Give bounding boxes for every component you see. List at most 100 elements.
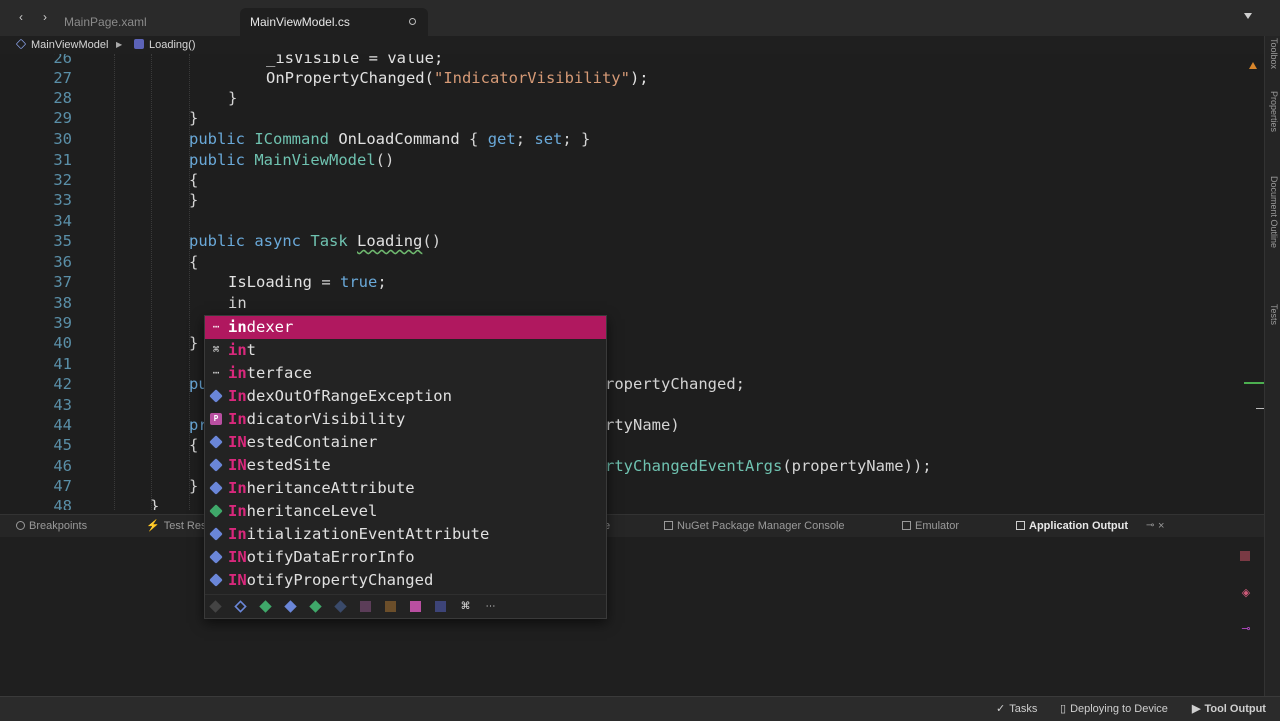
output-icon	[1016, 521, 1025, 530]
tab-breakpoints[interactable]: Breakpoints	[16, 515, 87, 537]
code-line: 34	[53, 212, 72, 230]
completion-item[interactable]: IndexOutOfRangeException	[205, 385, 606, 408]
tests-pad-tab[interactable]: Tests	[1267, 304, 1279, 344]
class-icon	[209, 481, 223, 495]
completion-item[interactable]: InitializationEventAttribute	[205, 523, 606, 546]
tab-mainpage-xaml[interactable]: MainPage.xaml	[54, 8, 238, 36]
interface-icon	[209, 550, 223, 564]
back-arrow-icon[interactable]: ‹	[14, 10, 28, 24]
code-line: 47}	[53, 477, 199, 495]
snippet-icon: ⋯	[212, 366, 220, 379]
completion-item[interactable]: INestedSite	[205, 454, 606, 477]
breakpoint-icon	[16, 521, 25, 530]
code-line: 42 pu ropertyChanged;	[53, 375, 745, 393]
completion-item[interactable]: INotifyDataErrorInfo	[205, 546, 606, 569]
breadcrumb-class[interactable]: MainViewModel	[15, 36, 108, 54]
code-line: 38 in	[53, 294, 247, 312]
completion-item[interactable]: INotifyPropertyChanged	[205, 569, 606, 592]
code-line: 44 pr rtyName)	[53, 416, 680, 434]
interface-icon	[209, 573, 223, 587]
interface-filter-icon[interactable]	[284, 600, 297, 613]
scroll-marker	[1256, 408, 1264, 409]
property-icon: P	[210, 413, 222, 425]
interface-icon	[209, 435, 223, 449]
tab-emulator[interactable]: Emulator	[902, 515, 959, 537]
tabs-dropdown-icon[interactable]	[1244, 13, 1252, 19]
breadcrumb-separator-icon: ▶	[116, 40, 123, 49]
device-icon: ▯	[1060, 703, 1067, 715]
completion-filter-bar: ⌘ ⋯	[205, 594, 606, 618]
struct-filter-icon[interactable]	[259, 600, 272, 613]
code-line: 48}	[53, 497, 160, 510]
tab-application-output[interactable]: Application Output	[1016, 515, 1128, 537]
completion-item[interactable]: ⋯ interface	[205, 362, 606, 385]
class-filter-icon[interactable]	[234, 600, 247, 613]
code-line: 29}	[53, 109, 199, 127]
properties-pad-tab[interactable]: Properties	[1267, 91, 1279, 161]
code-line: 41	[53, 355, 72, 373]
code-line: 31 public MainViewModel()	[53, 151, 395, 169]
pin-output-icon[interactable]: ⊸	[1240, 623, 1252, 635]
code-line: 33}	[53, 191, 199, 209]
completion-item[interactable]: ⋯ indexer	[205, 316, 606, 339]
completion-item[interactable]: INestedContainer	[205, 431, 606, 454]
tab-label: MainPage.xaml	[64, 15, 147, 29]
bottom-panel-tabs: Breakpoints ⚡ Test Res e NuGet Package Ma…	[0, 514, 1264, 538]
event-filter-icon[interactable]	[385, 601, 396, 612]
property-filter-icon[interactable]	[410, 601, 421, 612]
code-line: 43	[53, 396, 72, 414]
code-line: 32{	[53, 171, 199, 189]
enum-icon	[209, 504, 223, 518]
keyword-icon: ⌘	[212, 343, 220, 356]
tool-output-status[interactable]: ▶ Tool Output	[1192, 697, 1266, 721]
code-line: 26 _isVisible = value;	[53, 54, 444, 67]
enum-filter-icon[interactable]	[309, 600, 322, 613]
code-editor[interactable]: 26 _isVisible = value; 27 OnPropertyChange…	[0, 54, 1264, 510]
deploying-status[interactable]: ▯ Deploying to Device	[1060, 697, 1168, 721]
toolbox-pad-tab[interactable]: Toolbox	[1267, 38, 1279, 78]
completion-item[interactable]: InheritanceLevel	[205, 500, 606, 523]
code-line: 40}	[53, 334, 199, 352]
lightning-icon: ⚡	[146, 520, 160, 532]
completion-item[interactable]: InheritanceAttribute	[205, 477, 606, 500]
method-icon	[134, 39, 144, 49]
stop-icon[interactable]	[1240, 551, 1250, 561]
interface-icon	[209, 458, 223, 472]
class-icon	[15, 38, 27, 50]
field-filter-icon[interactable]	[360, 601, 371, 612]
tab-nuget-console[interactable]: NuGet Package Manager Console	[664, 515, 845, 537]
side-pad-strip: Toolbox Properties Document Outline Test…	[1264, 36, 1280, 696]
code-line: 37 IsLoading = true;	[53, 273, 387, 291]
completion-item[interactable]: ⌘ int	[205, 339, 606, 362]
unsaved-dot-icon[interactable]	[409, 18, 416, 25]
delegate-filter-icon[interactable]	[334, 600, 347, 613]
console-icon	[664, 521, 673, 530]
change-marker	[1244, 382, 1264, 384]
keyword-filter-icon[interactable]: ⌘	[460, 601, 471, 612]
status-bar: ✓ Tasks ▯ Deploying to Device ▶ Tool Output	[0, 696, 1280, 721]
pin-icon[interactable]: ⊸	[1146, 515, 1154, 537]
check-icon: ✓	[996, 703, 1006, 715]
class-icon	[209, 527, 223, 541]
snippet-filter-icon[interactable]: ⋯	[485, 601, 496, 612]
tab-mainviewmodel-cs[interactable]: MainViewModel.cs	[240, 8, 428, 36]
code-line: 45{	[53, 436, 199, 454]
code-line: 30 public ICommand OnLoadCommand { get; s…	[53, 130, 591, 148]
forward-arrow-icon[interactable]: ›	[38, 10, 52, 24]
breadcrumb-method[interactable]: Loading()	[134, 36, 195, 54]
code-completion-popup: ⋯ indexer ⌘ int ⋯ interface IndexOutOfRa…	[204, 315, 607, 619]
emulator-icon	[902, 521, 911, 530]
application-output-pane[interactable]: ◈ ⊸	[0, 537, 1264, 695]
clear-icon[interactable]: ◈	[1240, 587, 1252, 599]
tab-test-results[interactable]: ⚡ Test Res	[146, 515, 207, 537]
completion-item[interactable]: P IndicatorVisibility	[205, 408, 606, 431]
code-line: 35 public async Task Loading()	[53, 232, 442, 250]
tasks-status[interactable]: ✓ Tasks	[996, 697, 1037, 721]
document-outline-pad-tab[interactable]: Document Outline	[1267, 176, 1279, 286]
class-icon	[209, 389, 223, 403]
close-icon[interactable]: ×	[1158, 515, 1164, 537]
play-icon: ▶	[1192, 703, 1201, 715]
warning-icon[interactable]	[1249, 62, 1257, 69]
method-filter-icon[interactable]	[435, 601, 446, 612]
namespace-filter-icon[interactable]	[209, 600, 222, 613]
